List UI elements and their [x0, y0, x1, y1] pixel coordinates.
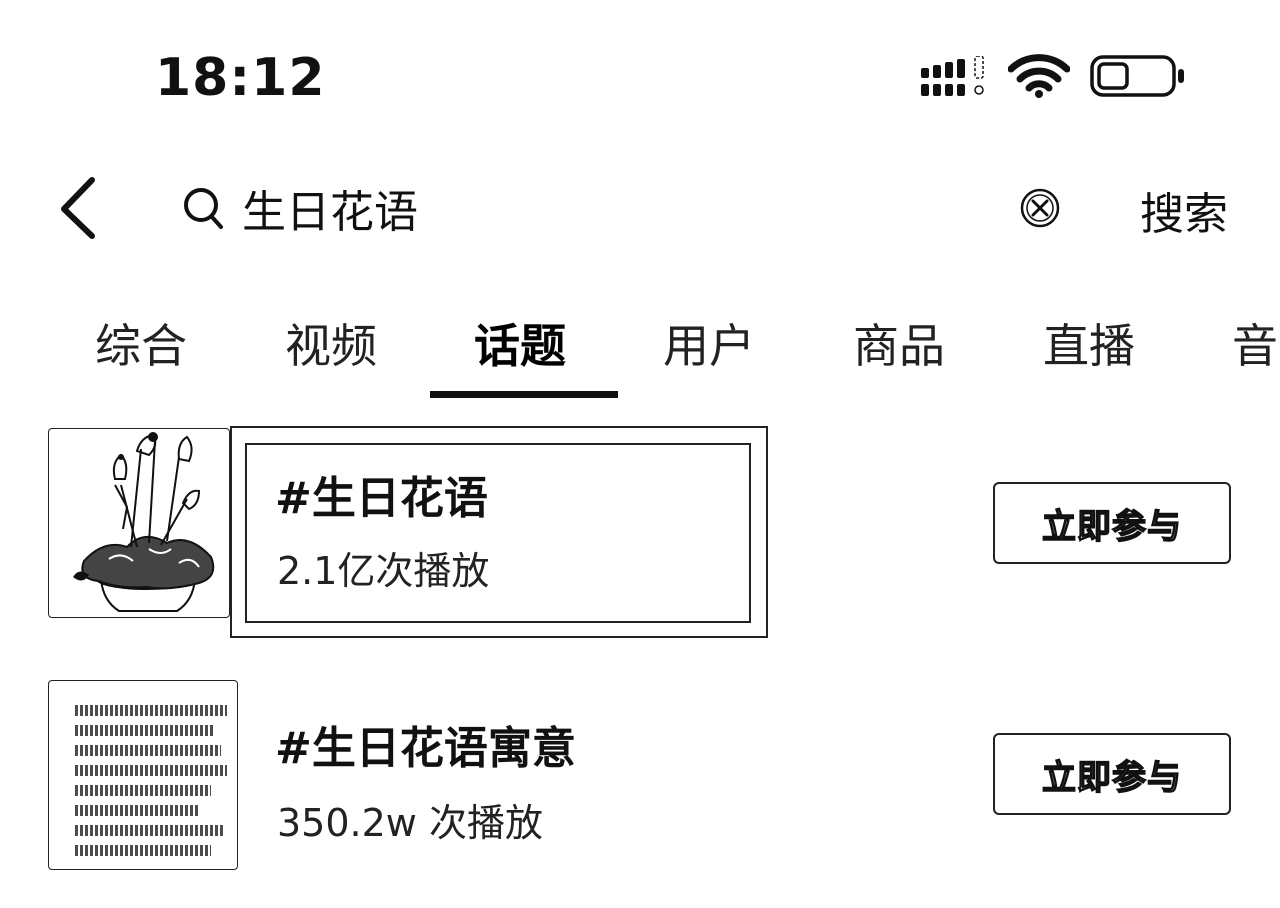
join-topic-button[interactable]: 立即参与: [993, 733, 1231, 815]
tab-live[interactable]: 直播: [1043, 310, 1135, 376]
tab-user[interactable]: 用户: [663, 310, 755, 376]
topic-title[interactable]: #生日花语: [275, 462, 488, 526]
tab-comprehensive[interactable]: 综合: [95, 310, 187, 376]
active-tab-indicator: [430, 391, 618, 398]
topic-title[interactable]: #生日花语寓意: [275, 712, 576, 776]
battery-icon: [1090, 55, 1184, 97]
calendar-text-graphic: [49, 681, 237, 869]
search-icon: [184, 188, 223, 229]
tab-topic[interactable]: 话题: [474, 310, 566, 376]
clear-search-icon[interactable]: [1018, 186, 1062, 230]
wifi-icon: [1008, 54, 1070, 98]
topic-thumbnail-flower-pot[interactable]: [48, 428, 230, 618]
join-topic-button[interactable]: 立即参与: [993, 482, 1231, 564]
topic-play-count: 350.2w 次播放: [277, 801, 543, 845]
topic-play-count: 2.1亿次播放: [277, 549, 490, 593]
search-button[interactable]: 搜索: [1140, 178, 1228, 242]
tab-product[interactable]: 商品: [853, 310, 945, 376]
topic-thumbnail-calendar[interactable]: [48, 680, 238, 870]
flower-pot-illustration: [73, 432, 215, 612]
cellular-signal-icon: [921, 56, 984, 96]
tab-video[interactable]: 视频: [285, 310, 377, 376]
status-time: 18:12: [155, 48, 326, 108]
tab-music[interactable]: 音: [1232, 310, 1278, 376]
back-button[interactable]: [52, 172, 112, 242]
search-input[interactable]: [242, 178, 942, 238]
